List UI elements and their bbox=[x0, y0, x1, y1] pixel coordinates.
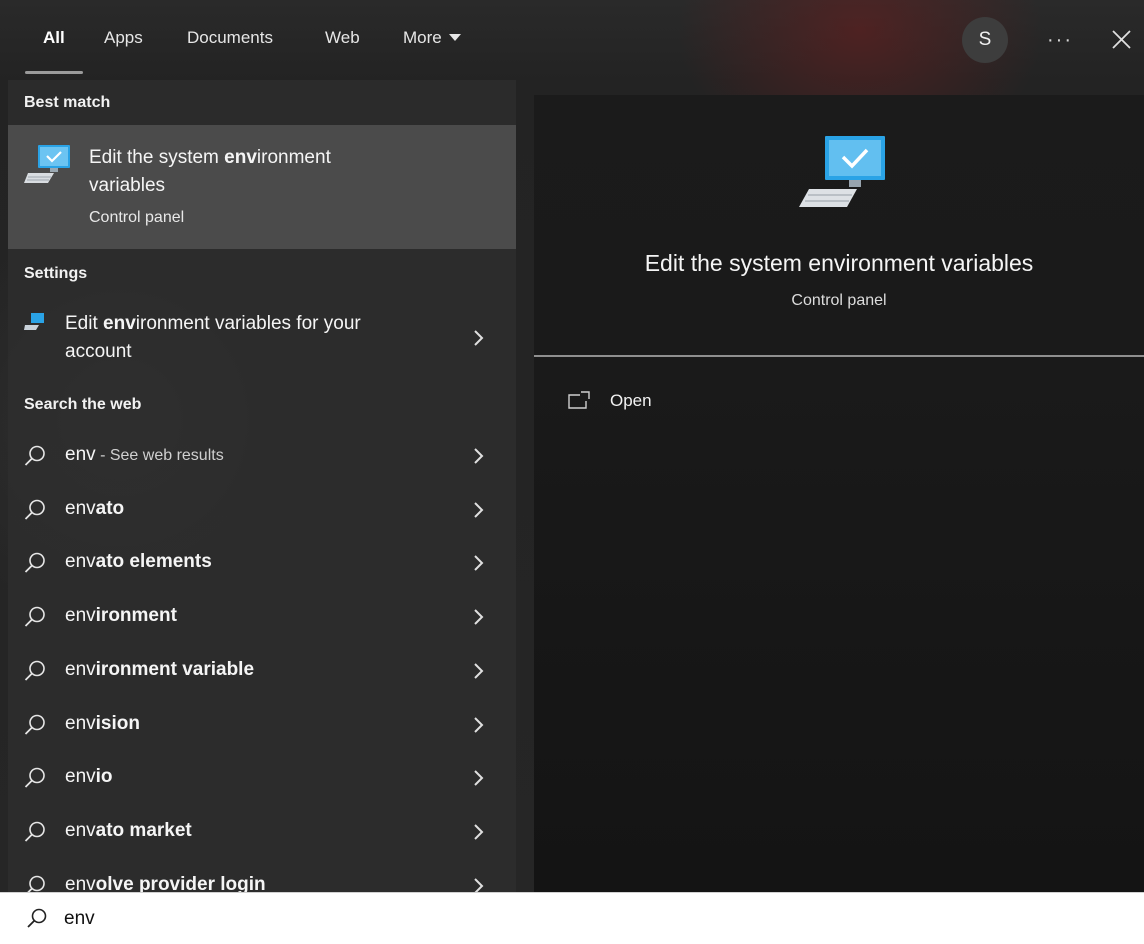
web-result-completion: ato elements bbox=[95, 551, 212, 573]
web-result-query: env bbox=[65, 819, 96, 841]
settings-computer-icon bbox=[24, 313, 44, 330]
settings-result[interactable]: Edit environment variables for your acco… bbox=[8, 302, 516, 372]
web-result-item[interactable]: envio bbox=[8, 752, 516, 804]
web-result-completion: ision bbox=[95, 712, 140, 734]
open-icon bbox=[568, 391, 590, 409]
chevron-right-icon bbox=[474, 877, 484, 892]
web-result-completion: ato bbox=[95, 497, 125, 519]
chevron-right-icon bbox=[474, 330, 484, 346]
chevron-right-icon bbox=[474, 824, 484, 840]
search-icon bbox=[27, 908, 47, 928]
web-result-label: envolve provider login bbox=[65, 874, 266, 892]
search-filter-bar: All Apps Documents Web More S ··· bbox=[0, 0, 1144, 80]
web-result-query: env bbox=[65, 712, 96, 734]
section-header-search-web: Search the web bbox=[24, 396, 142, 413]
web-result-completion: io bbox=[95, 766, 113, 788]
web-result-label: envato market bbox=[65, 820, 192, 842]
search-icon bbox=[24, 553, 45, 574]
chevron-right-icon bbox=[474, 609, 484, 625]
web-result-item[interactable]: environment variable bbox=[8, 645, 516, 697]
search-box bbox=[0, 892, 1144, 944]
web-result-item[interactable]: envolve provider login bbox=[8, 860, 516, 892]
web-result-label: envato bbox=[65, 498, 124, 520]
tab-documents[interactable]: Documents bbox=[187, 28, 273, 48]
best-match-subtitle: Control panel bbox=[89, 209, 185, 226]
web-result-query: env bbox=[65, 658, 96, 680]
web-result-completion: ironment variable bbox=[95, 658, 255, 680]
web-result-label: envio bbox=[65, 766, 113, 788]
web-result-query: env bbox=[65, 497, 96, 519]
web-result-item[interactable]: envato bbox=[8, 484, 516, 536]
web-result-completion: ato market bbox=[95, 819, 192, 841]
chevron-right-icon bbox=[474, 448, 484, 464]
search-icon bbox=[24, 767, 45, 788]
web-result-query: env bbox=[65, 551, 96, 573]
web-result-completion: olve provider login bbox=[95, 873, 266, 892]
preview-panel: Edit the system environment variables Co… bbox=[534, 95, 1144, 892]
start-search-window: All Apps Documents Web More S ··· Best m… bbox=[0, 0, 1144, 944]
system-computer-icon bbox=[799, 136, 885, 207]
chevron-right-icon bbox=[474, 555, 484, 572]
tab-more[interactable]: More bbox=[403, 28, 461, 48]
best-match-title-pre: Edit the system bbox=[89, 147, 225, 168]
search-icon bbox=[26, 875, 45, 892]
search-icon bbox=[24, 606, 45, 627]
best-match-title-bold: env bbox=[224, 147, 257, 168]
web-result-query: env bbox=[65, 873, 96, 892]
web-result-label: environment variable bbox=[65, 659, 254, 681]
tab-web[interactable]: Web bbox=[325, 28, 360, 48]
web-result-label: env - See web results bbox=[65, 444, 224, 466]
web-result-label: envision bbox=[65, 713, 140, 735]
best-match-title: Edit the system environment variables bbox=[89, 144, 409, 200]
search-icon bbox=[24, 499, 45, 520]
more-options-icon[interactable]: ··· bbox=[1038, 20, 1082, 60]
active-tab-indicator bbox=[25, 71, 83, 74]
web-result-query: env bbox=[65, 766, 96, 788]
web-result-label: environment bbox=[65, 605, 177, 627]
tab-more-label: More bbox=[403, 28, 442, 47]
close-button[interactable] bbox=[1100, 20, 1140, 60]
chevron-right-icon bbox=[474, 716, 484, 733]
preview-divider bbox=[534, 355, 1144, 357]
web-result-label: envato elements bbox=[65, 551, 212, 573]
web-result-item[interactable]: envision bbox=[8, 699, 516, 751]
search-input[interactable] bbox=[64, 901, 1124, 937]
web-result-suffix: - See web results bbox=[95, 447, 224, 464]
chevron-right-icon bbox=[474, 663, 484, 679]
preview-title: Edit the system environment variables bbox=[644, 250, 1034, 276]
web-result-item[interactable]: envato elements bbox=[8, 537, 516, 589]
preview-subtitle: Control panel bbox=[791, 292, 887, 309]
caret-down-icon bbox=[448, 34, 461, 42]
search-icon bbox=[24, 660, 45, 681]
search-icon bbox=[24, 445, 45, 466]
web-result-item[interactable]: envato market bbox=[8, 806, 516, 858]
open-action-button[interactable]: Open bbox=[568, 387, 788, 419]
section-header-best-match: Best match bbox=[24, 94, 111, 111]
chevron-right-icon bbox=[474, 770, 484, 786]
tab-all[interactable]: All bbox=[43, 28, 65, 48]
web-result-item[interactable]: environment bbox=[8, 591, 516, 643]
results-list: Best match Edit the system environment v… bbox=[8, 80, 516, 892]
close-icon bbox=[1112, 30, 1131, 49]
chevron-right-icon bbox=[474, 501, 484, 518]
web-result-completion: ironment bbox=[95, 605, 177, 627]
search-icon bbox=[24, 714, 45, 735]
user-avatar[interactable]: S bbox=[962, 17, 1008, 63]
system-computer-icon bbox=[24, 145, 70, 183]
section-header-settings: Settings bbox=[24, 265, 88, 282]
tab-apps[interactable]: Apps bbox=[104, 28, 143, 48]
open-label: Open bbox=[610, 391, 652, 410]
web-result-query: env bbox=[65, 605, 96, 627]
web-result-query: env bbox=[65, 444, 96, 465]
search-icon bbox=[24, 821, 45, 842]
web-result-item[interactable]: env - See web results bbox=[8, 430, 516, 482]
settings-title-bold: env bbox=[103, 313, 136, 334]
settings-title-pre: Edit bbox=[65, 313, 104, 334]
settings-result-title: Edit environment variables for your acco… bbox=[65, 310, 425, 366]
best-match-result[interactable]: Edit the system environment variables Co… bbox=[8, 125, 516, 249]
